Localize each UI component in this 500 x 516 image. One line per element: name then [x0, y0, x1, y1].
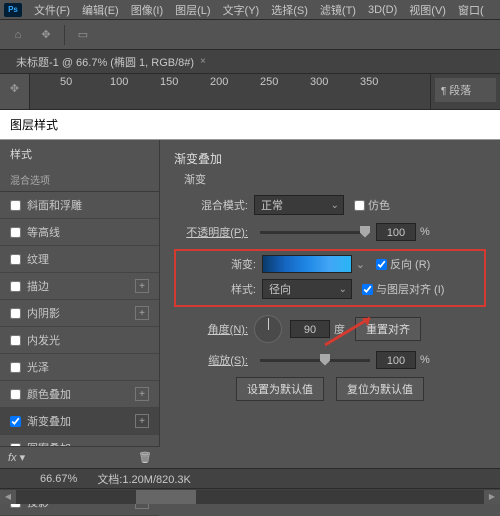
- style-row-6[interactable]: 光泽: [0, 354, 159, 381]
- style-row-3[interactable]: 描边+: [0, 273, 159, 300]
- section-title: 渐变叠加: [174, 150, 486, 167]
- menu-select[interactable]: 选择(S): [265, 0, 314, 20]
- blend-mode-label: 混合模式:: [174, 197, 254, 213]
- doc-size: 文档:1.20M/820.3K: [97, 471, 191, 487]
- style-checkbox[interactable]: [10, 254, 21, 265]
- gradient-label: 渐变:: [182, 256, 262, 272]
- align-checkbox[interactable]: 与图层对齐 (I): [362, 281, 444, 297]
- style-checkbox[interactable]: [10, 362, 21, 373]
- photoshop-icon: Ps: [4, 3, 22, 17]
- document-tab[interactable]: 未标题-1 @ 66.7% (椭圆 1, RGB/8#) ×: [8, 51, 214, 73]
- style-row-1[interactable]: 等高线: [0, 219, 159, 246]
- scroll-track[interactable]: [16, 490, 484, 504]
- menu-view[interactable]: 视图(V): [403, 0, 452, 20]
- workspace: ✥ 50 100 150 200 250 300 350 ¶ 段落: [0, 74, 500, 110]
- menu-filter[interactable]: 滤镜(T): [314, 0, 362, 20]
- style-checkbox[interactable]: [10, 335, 21, 346]
- section-subtitle: 渐变: [184, 171, 486, 187]
- highlight-annotation: 渐变: 反向 (R) 样式: 径向 与图层对齐 (I): [174, 249, 486, 307]
- tools-panel: ✥: [0, 74, 30, 109]
- layer-style-dialog: 样式 混合选项 斜面和浮雕等高线纹理描边+内阴影+内发光光泽颜色叠加+渐变叠加+…: [0, 140, 500, 460]
- reset-default-button[interactable]: 复位为默认值: [336, 377, 424, 401]
- fx-label[interactable]: fx ▾: [8, 451, 25, 464]
- auto-select-icon[interactable]: ▭: [73, 25, 93, 45]
- scroll-right-button[interactable]: ▶: [484, 490, 500, 504]
- right-panels: ¶ 段落: [430, 74, 500, 109]
- menubar: Ps 文件(F) 编辑(E) 图像(I) 图层(L) 文字(Y) 选择(S) 滤…: [0, 0, 500, 20]
- menu-layer[interactable]: 图层(L): [169, 0, 216, 20]
- gradient-swatch[interactable]: [262, 255, 352, 273]
- style-row-8[interactable]: 渐变叠加+: [0, 408, 159, 435]
- style-checkbox[interactable]: [10, 308, 21, 319]
- angle-label: 角度(N):: [174, 321, 254, 337]
- style-row-0[interactable]: 斜面和浮雕: [0, 192, 159, 219]
- fx-bar: fx ▾ 🗑: [0, 446, 160, 468]
- opacity-label: 不透明度(P):: [174, 224, 254, 240]
- menu-edit[interactable]: 编辑(E): [76, 0, 125, 20]
- style-checkbox[interactable]: [10, 389, 21, 400]
- style-list: 样式 混合选项 斜面和浮雕等高线纹理描边+内阴影+内发光光泽颜色叠加+渐变叠加+…: [0, 140, 160, 460]
- style-row-7[interactable]: 颜色叠加+: [0, 381, 159, 408]
- style-row-4[interactable]: 内阴影+: [0, 300, 159, 327]
- scroll-thumb[interactable]: [136, 490, 196, 504]
- home-icon[interactable]: ⌂: [8, 25, 28, 45]
- angle-dial[interactable]: [254, 315, 282, 343]
- angle-value[interactable]: 90: [290, 320, 330, 338]
- menu-image[interactable]: 图像(I): [125, 0, 169, 20]
- scale-label: 缩放(S):: [174, 352, 254, 368]
- close-tab-icon[interactable]: ×: [200, 56, 206, 67]
- scroll-left-button[interactable]: ◀: [0, 490, 16, 504]
- style-dropdown[interactable]: 径向: [262, 279, 352, 299]
- divider: [64, 25, 65, 45]
- opacity-unit: %: [420, 226, 430, 238]
- style-checkbox[interactable]: [10, 416, 21, 427]
- options-bar: ⌂ ✥ ▭: [0, 20, 500, 50]
- document-tabbar: 未标题-1 @ 66.7% (椭圆 1, RGB/8#) ×: [0, 50, 500, 74]
- reverse-checkbox[interactable]: 反向 (R): [376, 256, 430, 272]
- dialog-title: 图层样式: [0, 110, 500, 140]
- scale-value[interactable]: 100: [376, 351, 416, 369]
- ruler: 50 100 150 200 250 300 350: [30, 74, 430, 109]
- blending-options[interactable]: 混合选项: [0, 168, 159, 192]
- move-tool-icon[interactable]: ✥: [36, 25, 56, 45]
- blend-mode-dropdown[interactable]: 正常: [254, 195, 344, 215]
- styles-heading[interactable]: 样式: [0, 140, 159, 168]
- trash-icon[interactable]: 🗑: [138, 451, 152, 464]
- style-label: 样式:: [182, 281, 262, 297]
- scale-unit: %: [420, 354, 430, 366]
- paragraph-panel-tab[interactable]: ¶ 段落: [435, 78, 496, 102]
- menu-file[interactable]: 文件(F): [28, 0, 76, 20]
- statusbar: 66.67% 文档:1.20M/820.3K: [0, 468, 500, 488]
- add-icon[interactable]: +: [135, 387, 149, 401]
- add-icon[interactable]: +: [135, 414, 149, 428]
- move-tool[interactable]: ✥: [5, 78, 25, 98]
- angle-unit: 度: [334, 321, 345, 337]
- reset-align-button[interactable]: 重置对齐: [355, 317, 421, 341]
- menu-window[interactable]: 窗口(: [452, 0, 490, 20]
- menu-3d[interactable]: 3D(D): [362, 2, 403, 18]
- scale-slider[interactable]: [260, 359, 370, 362]
- horizontal-scrollbar[interactable]: ◀ ▶: [0, 488, 500, 504]
- style-checkbox[interactable]: [10, 281, 21, 292]
- menu-type[interactable]: 文字(Y): [217, 0, 266, 20]
- opacity-value[interactable]: 100: [376, 223, 416, 241]
- add-icon[interactable]: +: [135, 279, 149, 293]
- set-default-button[interactable]: 设置为默认值: [236, 377, 324, 401]
- document-title: 未标题-1 @ 66.7% (椭圆 1, RGB/8#): [16, 54, 194, 70]
- dither-checkbox[interactable]: 仿色: [354, 197, 390, 213]
- style-row-2[interactable]: 纹理: [0, 246, 159, 273]
- style-checkbox[interactable]: [10, 200, 21, 211]
- settings-panel: 渐变叠加 渐变 混合模式: 正常 仿色 不透明度(P): 100 % 渐变: 反…: [160, 140, 500, 460]
- style-row-5[interactable]: 内发光: [0, 327, 159, 354]
- style-checkbox[interactable]: [10, 227, 21, 238]
- zoom-level[interactable]: 66.67%: [40, 473, 77, 485]
- add-icon[interactable]: +: [135, 306, 149, 320]
- opacity-slider[interactable]: [260, 231, 370, 234]
